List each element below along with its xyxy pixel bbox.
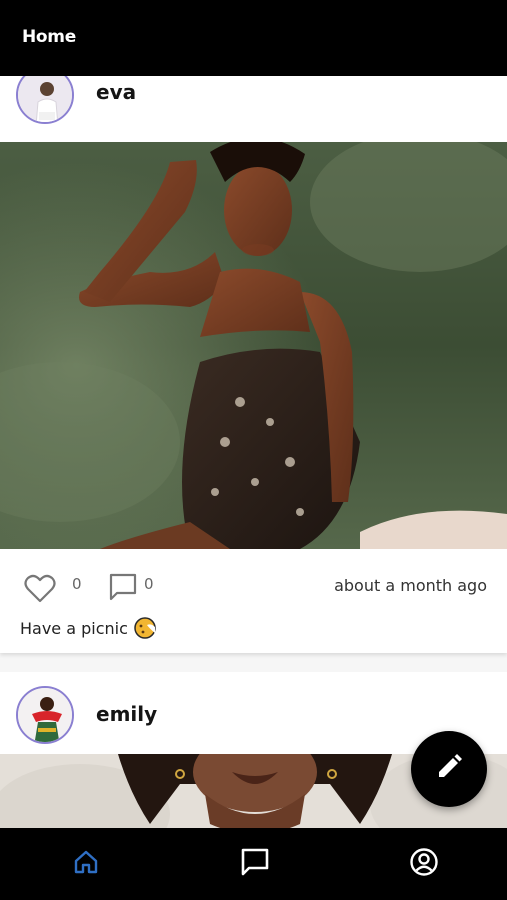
caption-row: Have a picnic [20, 617, 156, 639]
page-title: Home [22, 27, 76, 47]
post-caption: Have a picnic [20, 618, 128, 638]
profile-icon [409, 847, 439, 881]
like-count: 0 [72, 575, 82, 593]
bottom-nav [0, 828, 507, 900]
heart-icon[interactable] [24, 574, 56, 604]
post-timestamp: about a month ago [334, 576, 487, 595]
nav-profile[interactable] [406, 846, 442, 882]
pencil-icon [435, 753, 463, 785]
avatar[interactable] [16, 76, 74, 124]
post-card: eva 0 0 about a month ago Have a picnic [0, 76, 507, 653]
app-bar: Home [0, 0, 507, 76]
avatar[interactable] [16, 686, 74, 744]
home-icon [73, 849, 99, 879]
comment-icon[interactable] [108, 572, 138, 602]
post-photo[interactable] [0, 142, 507, 549]
post-feed[interactable]: eva 0 0 about a month ago Have a picnic … [0, 76, 507, 828]
post-actions: 0 0 about a month ago Have a picnic [0, 549, 507, 653]
post-username[interactable]: emily [96, 702, 157, 726]
compose-button[interactable] [411, 731, 487, 807]
nav-home[interactable] [68, 846, 104, 882]
post-username[interactable]: eva [96, 80, 136, 104]
post-header: eva [0, 76, 507, 142]
comment-count: 0 [144, 575, 154, 593]
nav-messages[interactable] [237, 846, 273, 882]
chat-icon [240, 847, 270, 881]
cookie-emoji-icon [134, 617, 156, 639]
